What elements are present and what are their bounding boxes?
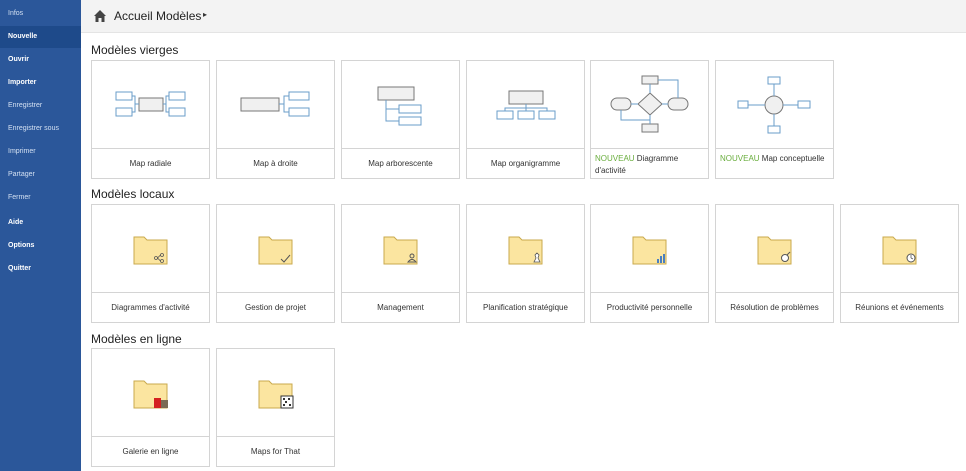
concept-map-icon bbox=[737, 76, 811, 134]
activity-diagram-icon bbox=[610, 75, 689, 133]
tile-thumbnail bbox=[217, 205, 334, 293]
tile-management[interactable]: Management bbox=[341, 204, 460, 323]
sidebar-item-fermer[interactable]: Fermer bbox=[0, 187, 81, 209]
header-bar: Accueil Modèles ▸ bbox=[81, 0, 966, 33]
tile-label: Productivité personnelle bbox=[606, 303, 693, 312]
folder-icon bbox=[133, 380, 168, 409]
tile-label: NOUVEAU Map conceptuelle bbox=[720, 153, 832, 165]
folder-icon bbox=[882, 236, 917, 265]
sidebar-item-enregistrer[interactable]: Enregistrer bbox=[0, 95, 81, 117]
tile-label-text: Map conceptuelle bbox=[761, 154, 825, 163]
tile-map-a-droite[interactable]: Map à droite bbox=[216, 60, 335, 179]
section-title-en-ligne: Modèles en ligne bbox=[91, 332, 182, 346]
tile-thumbnail bbox=[92, 205, 209, 293]
tree-map-icon bbox=[377, 86, 422, 126]
tile-label: Galerie en ligne bbox=[122, 447, 179, 456]
sidebar-item-nouvelle[interactable]: Nouvelle bbox=[0, 26, 81, 48]
backstage-sidebar: Infos Nouvelle Ouvrir Importer Enregistr… bbox=[0, 0, 81, 471]
new-badge: NOUVEAU bbox=[720, 154, 760, 163]
tile-thumbnail bbox=[92, 349, 209, 437]
tile-thumbnail bbox=[716, 61, 833, 149]
tile-map-conceptuelle[interactable]: NOUVEAU Map conceptuelle bbox=[715, 60, 834, 179]
tile-productivite-personnelle[interactable]: Productivité personnelle bbox=[590, 204, 709, 323]
tile-maps-for-that[interactable]: Maps for That bbox=[216, 348, 335, 467]
tile-label: Diagrammes d'activité bbox=[111, 303, 190, 312]
radial-map-icon bbox=[115, 91, 186, 117]
tile-thumbnail bbox=[467, 205, 584, 293]
tile-thumbnail bbox=[467, 61, 584, 149]
folder-icon bbox=[508, 236, 543, 265]
tile-thumbnail bbox=[92, 61, 209, 149]
section-title-vierges: Modèles vierges bbox=[91, 43, 179, 57]
tile-thumbnail bbox=[342, 205, 459, 293]
tile-resolution-problemes[interactable]: Résolution de problèmes bbox=[715, 204, 834, 323]
app-window: Infos Nouvelle Ouvrir Importer Enregistr… bbox=[0, 0, 966, 471]
sidebar-item-partager[interactable]: Partager bbox=[0, 164, 81, 186]
tile-diagrammes-activite[interactable]: Diagrammes d'activité bbox=[91, 204, 210, 323]
tile-label: Maps for That bbox=[250, 447, 301, 456]
new-badge: NOUVEAU bbox=[595, 154, 635, 163]
tile-thumbnail bbox=[591, 205, 708, 293]
tile-label: Map à droite bbox=[253, 159, 298, 168]
tile-thumbnail bbox=[342, 61, 459, 149]
tile-galerie-en-ligne[interactable]: Galerie en ligne bbox=[91, 348, 210, 467]
folder-icon bbox=[383, 236, 418, 265]
sidebar-item-aide[interactable]: Aide bbox=[0, 212, 81, 234]
tile-label: Planification stratégique bbox=[483, 303, 568, 312]
sidebar-item-infos[interactable]: Infos bbox=[0, 3, 81, 25]
tile-label: Map arborescente bbox=[368, 159, 433, 168]
tile-map-organigramme[interactable]: Map organigramme bbox=[466, 60, 585, 179]
breadcrumb[interactable]: Accueil Modèles bbox=[114, 9, 201, 23]
tile-thumbnail bbox=[716, 205, 833, 293]
breadcrumb-arrow-icon[interactable]: ▸ bbox=[203, 10, 207, 19]
tile-label: Résolution de problèmes bbox=[730, 303, 819, 312]
tile-gestion-projet[interactable]: Gestion de projet bbox=[216, 204, 335, 323]
org-chart-icon bbox=[496, 90, 556, 120]
section-title-locaux: Modèles locaux bbox=[91, 187, 175, 201]
folder-icon bbox=[632, 236, 667, 265]
folder-icon bbox=[133, 236, 168, 265]
home-icon[interactable] bbox=[93, 9, 107, 23]
tile-label: Map organigramme bbox=[490, 159, 561, 168]
sidebar-item-imprimer[interactable]: Imprimer bbox=[0, 141, 81, 163]
sidebar-item-enregistrer-sous[interactable]: Enregistrer sous bbox=[0, 118, 81, 140]
tile-thumbnail bbox=[591, 61, 708, 149]
sidebar-item-importer[interactable]: Importer bbox=[0, 72, 81, 94]
sidebar-item-options[interactable]: Options bbox=[0, 235, 81, 257]
folder-icon bbox=[258, 380, 294, 409]
folder-icon bbox=[757, 236, 792, 265]
tile-diagramme-activite[interactable]: NOUVEAU Diagramme d'activité bbox=[590, 60, 709, 179]
tile-label: Réunions et événements bbox=[855, 303, 944, 312]
tile-map-radiale[interactable]: Map radiale bbox=[91, 60, 210, 179]
sidebar-item-quitter[interactable]: Quitter bbox=[0, 258, 81, 280]
tile-reunions-evenements[interactable]: Réunions et événements bbox=[840, 204, 959, 323]
tile-label: Gestion de projet bbox=[245, 303, 306, 312]
tile-label: NOUVEAU Diagramme d'activité bbox=[595, 153, 707, 177]
tile-label: Map radiale bbox=[129, 159, 172, 168]
tile-map-arborescente[interactable]: Map arborescente bbox=[341, 60, 460, 179]
tile-label: Management bbox=[377, 303, 424, 312]
right-map-icon bbox=[240, 91, 310, 117]
folder-icon bbox=[258, 236, 293, 265]
sidebar-item-ouvrir[interactable]: Ouvrir bbox=[0, 49, 81, 71]
tile-thumbnail bbox=[841, 205, 958, 293]
tile-planification-strategique[interactable]: Planification stratégique bbox=[466, 204, 585, 323]
tile-thumbnail bbox=[217, 349, 334, 437]
tile-thumbnail bbox=[217, 61, 334, 149]
